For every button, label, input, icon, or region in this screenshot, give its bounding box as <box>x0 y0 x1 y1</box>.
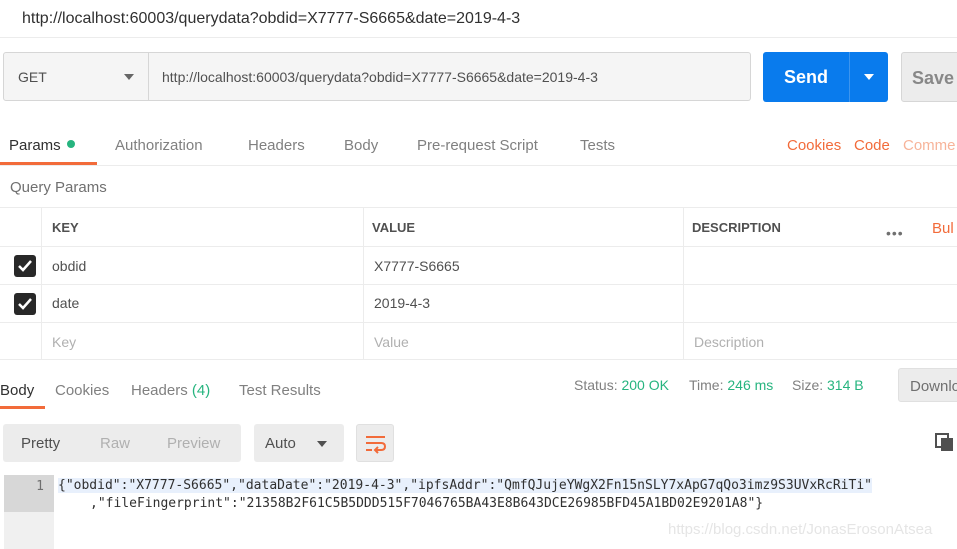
row-checkbox[interactable] <box>14 255 36 277</box>
time-value: 246 ms <box>727 377 774 393</box>
download-button[interactable]: Downlo <box>898 368 957 402</box>
value-placeholder: Value <box>374 334 409 350</box>
key-placeholder: Key <box>52 334 77 350</box>
size-label: Size: <box>792 377 824 393</box>
view-mode-group: Pretty Raw Preview <box>3 424 241 462</box>
format-label: Auto <box>265 435 296 452</box>
window-title-bar: http://localhost:60003/querydata?obdid=X… <box>0 0 957 38</box>
tab-body[interactable]: Body <box>344 137 378 154</box>
time-indicator: Time: 246 ms <box>689 377 773 393</box>
method-label: GET <box>18 69 47 85</box>
new-value-input[interactable]: Value <box>363 323 683 359</box>
value-column-header: VALUE <box>363 208 683 246</box>
bulk-edit-link[interactable]: Bul <box>932 220 954 237</box>
value-text: X7777-S6665 <box>374 258 460 274</box>
more-options-icon[interactable]: ••• <box>886 225 904 241</box>
send-label: Send <box>783 67 828 87</box>
key-header-label: KEY <box>52 220 79 235</box>
method-select[interactable]: GET <box>3 52 149 101</box>
code-line: {"obdid":"X7777-S6665","dataDate":"2019-… <box>58 478 872 493</box>
tab-headers[interactable]: Headers <box>248 137 305 154</box>
send-options-chevron-icon[interactable] <box>864 74 874 80</box>
key-column-header: KEY <box>41 208 363 246</box>
preview-button[interactable]: Preview <box>167 435 220 452</box>
tab-authorization[interactable]: Authorization <box>115 137 203 154</box>
value-cell[interactable]: 2019-4-3 <box>363 285 683 322</box>
description-placeholder: Description <box>694 334 765 350</box>
wrap-lines-icon <box>366 436 387 454</box>
new-param-row: Key Value Description <box>0 323 957 360</box>
key-cell[interactable]: date <box>41 285 363 322</box>
size-indicator: Size: 314 B <box>792 377 864 393</box>
value-cell[interactable]: X7777-S6665 <box>363 247 683 284</box>
size-value: 314 B <box>827 377 864 393</box>
status-label: Status: <box>574 377 618 393</box>
key-text: obdid <box>52 258 87 274</box>
copy-icon[interactable] <box>935 433 955 453</box>
status-indicator: Status: 200 OK <box>574 377 669 393</box>
line-number: 1 <box>36 479 44 494</box>
url-text: http://localhost:60003/querydata?obdid=X… <box>162 69 598 85</box>
key-cell[interactable]: obdid <box>41 247 363 284</box>
active-response-tab-underline <box>0 406 45 409</box>
tab-params[interactable]: Params <box>9 137 75 154</box>
response-tab-cookies[interactable]: Cookies <box>55 382 109 399</box>
wrap-lines-button[interactable] <box>356 424 394 462</box>
response-headers-label: Headers <box>131 382 188 399</box>
row-checkbox[interactable] <box>14 293 36 315</box>
send-button[interactable]: Send <box>763 52 888 102</box>
new-key-input[interactable]: Key <box>41 323 363 359</box>
chevron-down-icon <box>124 74 134 80</box>
url-input[interactable]: http://localhost:60003/querydata?obdid=X… <box>149 52 751 101</box>
response-tab-test-results[interactable]: Test Results <box>239 382 321 399</box>
line-number-gutter: 1 <box>4 475 54 549</box>
value-header-label: VALUE <box>372 220 416 235</box>
headers-count-badge: (4) <box>191 382 211 399</box>
description-column-header: DESCRIPTION <box>683 208 957 246</box>
comments-link[interactable]: Comme <box>903 137 956 154</box>
value-text: 2019-4-3 <box>374 295 431 311</box>
save-label: Save <box>912 68 955 88</box>
status-value: 200 OK <box>621 377 669 393</box>
cookies-link[interactable]: Cookies <box>787 137 841 154</box>
window-title: http://localhost:60003/querydata?obdid=X… <box>22 10 521 27</box>
code-line: ,"fileFingerprint":"21358B2F61C5B5DDD515… <box>90 496 764 511</box>
description-cell[interactable] <box>683 247 957 284</box>
response-tab-body[interactable]: Body <box>0 382 34 399</box>
request-tabs: Params Authorization Headers Body Pre-re… <box>0 124 957 166</box>
query-params-title: Query Params <box>10 179 107 196</box>
watermark-text: https://blog.csdn.net/JonasErosonAtsea <box>668 521 933 538</box>
send-divider <box>849 52 850 102</box>
tab-params-label: Params <box>9 137 61 154</box>
format-select[interactable]: Auto <box>254 424 344 462</box>
table-header-row: KEY VALUE DESCRIPTION ••• Bul <box>0 207 957 247</box>
table-row: obdid X7777-S6665 <box>0 247 957 285</box>
table-row: date 2019-4-3 <box>0 285 957 323</box>
pretty-button[interactable]: Pretty <box>21 435 60 452</box>
params-active-dot-icon <box>66 140 75 148</box>
response-tab-headers[interactable]: Headers (4) <box>131 382 210 399</box>
tab-tests[interactable]: Tests <box>580 137 615 154</box>
tab-pre-request-script[interactable]: Pre-request Script <box>417 137 538 154</box>
download-label: Downlo <box>910 378 957 395</box>
raw-button[interactable]: Raw <box>100 435 130 452</box>
save-button[interactable]: Save <box>901 52 957 102</box>
key-text: date <box>52 295 80 311</box>
active-tab-underline <box>0 162 97 165</box>
description-cell[interactable] <box>683 285 957 322</box>
response-tabs: Body Cookies Headers (4) Test Results St… <box>0 368 957 410</box>
code-link[interactable]: Code <box>854 137 890 154</box>
description-header-label: DESCRIPTION <box>692 220 781 235</box>
new-description-input[interactable]: Description <box>683 323 957 359</box>
time-label: Time: <box>689 377 724 393</box>
chevron-down-icon <box>317 441 327 447</box>
